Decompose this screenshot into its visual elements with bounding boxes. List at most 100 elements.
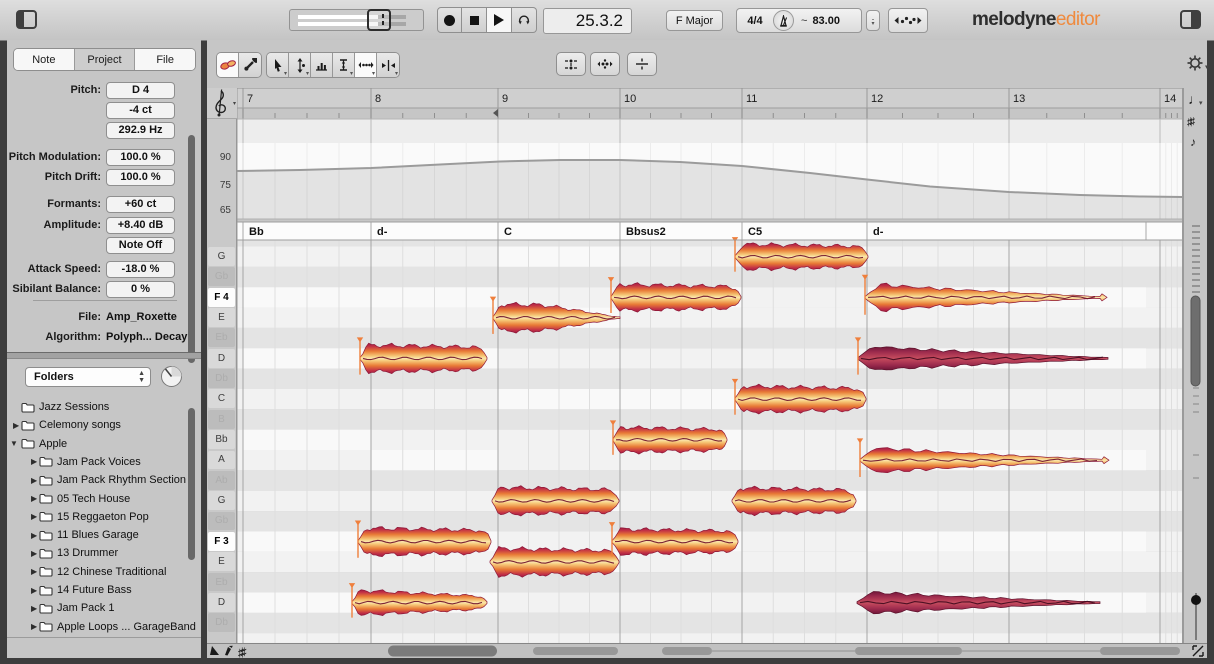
inspector-field[interactable]: D 4 xyxy=(106,82,175,99)
strip-canvas[interactable]: ♩▾♯♯♪ xyxy=(1184,88,1207,643)
disclosure-right-icon[interactable]: ▶ xyxy=(31,567,39,576)
browser-item[interactable]: ▶Apple Loops ... GarageBand xyxy=(31,618,196,636)
tool-amplitude-tool[interactable]: ▾ xyxy=(333,53,355,77)
tab-note[interactable]: Note xyxy=(14,49,75,70)
note-blob-F3[interactable] xyxy=(358,527,491,557)
inspector-scrollbar[interactable] xyxy=(188,135,195,363)
pencil-icon[interactable] xyxy=(225,646,233,656)
pitch-key-D3[interactable]: D xyxy=(208,593,235,612)
window-layout-toggle-icon[interactable] xyxy=(1180,10,1201,29)
pitch-key-Gb3[interactable]: Gb xyxy=(208,512,235,531)
inspector-field[interactable]: 292.9 Hz xyxy=(106,122,175,139)
disclosure-right-icon[interactable]: ▶ xyxy=(31,549,39,558)
browser-item[interactable]: ▼Apple xyxy=(13,435,67,453)
browser-item[interactable]: ▶Celemony songs xyxy=(13,416,121,434)
clef-selector[interactable]: ▾ xyxy=(207,88,237,119)
song-position-display[interactable]: 25.3.2 xyxy=(543,8,632,34)
overview-segment[interactable] xyxy=(533,647,618,655)
double-sharp-icon[interactable]: ♯♯ xyxy=(1187,116,1196,128)
note-blob-C4[interactable] xyxy=(735,384,866,414)
inspector-field[interactable]: +8.40 dB xyxy=(106,217,175,234)
browser-item[interactable]: ▶Jam Pack Voices xyxy=(31,453,141,471)
zoom-resize-icon[interactable] xyxy=(1193,646,1203,656)
pitch-key-Gb4[interactable]: Gb xyxy=(208,267,235,286)
pitch-key-Ab3[interactable]: Ab xyxy=(208,471,235,490)
note-assignment-button[interactable] xyxy=(888,8,928,33)
chord-label[interactable]: Bbsus2 xyxy=(626,226,666,238)
disclosure-right-icon[interactable]: ▶ xyxy=(31,531,39,540)
disclosure-right-icon[interactable]: ▶ xyxy=(13,421,21,430)
zoom-slider-knob[interactable] xyxy=(1191,595,1201,605)
overview-bar[interactable]: ♯♯ xyxy=(207,643,1207,658)
key-button[interactable]: F Major xyxy=(666,10,723,31)
record-button[interactable] xyxy=(437,7,462,33)
tab-file[interactable]: File xyxy=(135,49,195,70)
overview-segment[interactable] xyxy=(855,647,962,655)
pitch-key-Eb3[interactable]: Eb xyxy=(208,573,235,592)
browser-item[interactable]: ▶05 Tech House xyxy=(31,490,130,508)
time-signature[interactable]: 4/4 xyxy=(737,15,773,27)
browser-item[interactable]: ▶15 Reggaeton Pop xyxy=(31,508,149,526)
pitch-key-Db4[interactable]: Db xyxy=(208,369,235,388)
panel-splitter[interactable] xyxy=(7,352,201,359)
browser-item[interactable]: ▶13 Drummer xyxy=(31,544,118,562)
tempo-stepper-button[interactable]: . ▾ xyxy=(866,10,880,31)
inspector-field[interactable]: 0 % xyxy=(106,281,175,298)
disclosure-right-icon[interactable]: ▶ xyxy=(31,457,39,466)
editor-settings-button[interactable]: ▾ xyxy=(1186,54,1210,77)
pitch-key-E3[interactable]: E xyxy=(208,552,235,571)
pitch-key-F4[interactable]: F 4 xyxy=(208,288,235,307)
editor-canvas[interactable]: 7891011121314Bbd-CBbsus2C5d- xyxy=(237,88,1183,643)
chord-label[interactable]: C5 xyxy=(748,226,762,238)
disclosure-right-icon[interactable]: ▶ xyxy=(31,476,39,485)
pitch-scrollbar-thumb[interactable] xyxy=(1191,296,1200,386)
button-macro-timing[interactable] xyxy=(590,52,620,76)
eighth-note-icon[interactable]: ♪ xyxy=(1190,135,1196,149)
tool-blob-tool[interactable] xyxy=(217,53,239,77)
cycle-ruler[interactable] xyxy=(237,108,1183,119)
metronome-icon[interactable] xyxy=(773,10,794,31)
pitch-key-G3[interactable]: G xyxy=(208,491,235,510)
tempo-group[interactable]: 4/4 ~ 83.00 xyxy=(736,8,862,33)
overview-segment[interactable] xyxy=(662,647,712,655)
tool-formant-tool[interactable] xyxy=(311,53,333,77)
button-macro-pitch[interactable] xyxy=(556,52,586,76)
tool-pointer-tool[interactable]: ▾ xyxy=(267,53,289,77)
tool-pitch-tool[interactable]: ▾ xyxy=(289,53,311,77)
sidebar-toggle-icon[interactable] xyxy=(16,10,37,29)
tool-timing-tool[interactable]: ▾ xyxy=(355,53,377,77)
overview-segment[interactable] xyxy=(1100,647,1180,655)
pitch-key-C4[interactable]: C xyxy=(208,389,235,408)
browser-item[interactable]: Jazz Sessions xyxy=(13,398,109,416)
tool-separation-tool[interactable]: ▾ xyxy=(377,53,399,77)
inspector-field[interactable]: -4 ct xyxy=(106,102,175,119)
play-button[interactable] xyxy=(487,7,512,33)
browser-knob[interactable] xyxy=(160,365,183,388)
pitch-key-D4[interactable]: D xyxy=(208,349,235,368)
inspector-field[interactable]: +60 ct xyxy=(106,196,175,213)
disclosure-right-icon[interactable]: ▶ xyxy=(31,622,39,631)
inspector-button[interactable]: Note Off xyxy=(106,237,175,254)
browser-item[interactable]: ▶Jam Pack 1 xyxy=(31,599,114,617)
pitch-key-Db3[interactable]: Db xyxy=(208,613,235,632)
inspector-field[interactable]: 100.0 % xyxy=(106,169,175,186)
cycle-button[interactable] xyxy=(512,7,537,33)
pitch-key-A3[interactable]: A xyxy=(208,451,235,470)
disclosure-down-icon[interactable]: ▼ xyxy=(10,439,21,448)
browser-item[interactable]: ▶12 Chinese Traditional xyxy=(31,563,166,581)
chord-label[interactable]: d- xyxy=(873,226,884,238)
pitch-key-Eb4[interactable]: Eb xyxy=(208,328,235,347)
disclosure-right-icon[interactable]: ▶ xyxy=(31,604,39,613)
chord-label[interactable]: Bb xyxy=(249,226,264,238)
tempo-value[interactable]: 83.00 xyxy=(812,15,840,27)
pitch-key-G4[interactable]: G xyxy=(208,247,235,266)
disclosure-right-icon[interactable]: ▶ xyxy=(31,494,39,503)
meter-handle[interactable] xyxy=(367,9,391,31)
pitch-key-Bb3[interactable]: Bb xyxy=(208,430,235,449)
pitch-key-B3[interactable]: B xyxy=(208,410,235,429)
monitor-meter-widget[interactable] xyxy=(289,9,424,31)
inspector-field[interactable]: -18.0 % xyxy=(106,261,175,278)
stop-button[interactable] xyxy=(462,7,487,33)
chord-label[interactable]: C xyxy=(504,226,512,238)
button-macro-separation[interactable] xyxy=(627,52,657,76)
